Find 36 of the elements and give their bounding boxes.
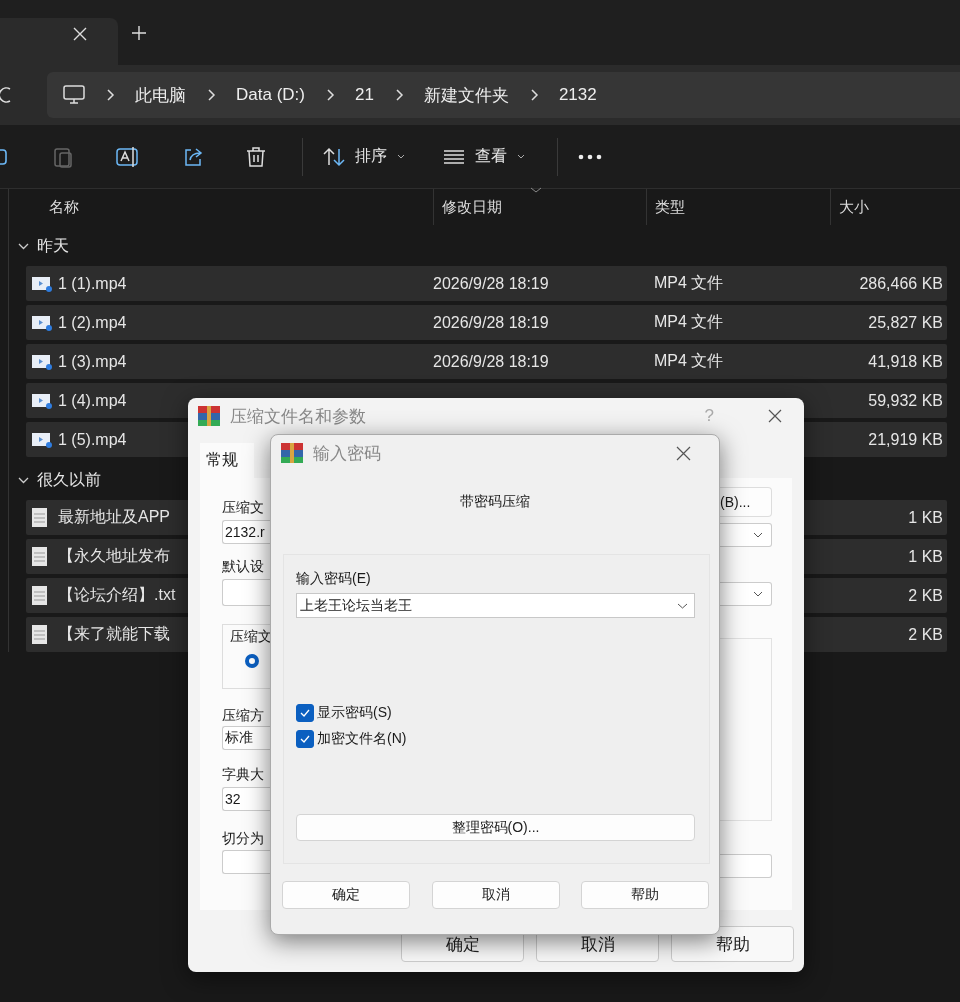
- file-size: 21,919 KB: [868, 430, 943, 449]
- file-name: 1 (1).mp4: [58, 274, 127, 293]
- modified-date: 2026/9/28 18:19: [433, 274, 549, 293]
- field-label: 压缩方: [222, 707, 264, 723]
- file-size: 59,932 KB: [868, 391, 943, 410]
- file-size: 1 KB: [908, 508, 943, 527]
- file-type: MP4 文件: [654, 273, 724, 293]
- group-label: 很久以前: [37, 470, 101, 490]
- group-label: 压缩文: [230, 628, 272, 646]
- file-name: 1 (5).mp4: [58, 430, 127, 449]
- modified-date: 2026/9/28 18:19: [433, 352, 549, 371]
- field-label: 切分为: [222, 830, 264, 846]
- file-name: 最新地址及APP: [58, 507, 170, 527]
- file-type: MP4 文件: [654, 351, 724, 371]
- field-label: 输入密码(E): [296, 570, 372, 588]
- field-label: 字典大: [222, 766, 264, 782]
- file-name: 1 (2).mp4: [58, 313, 127, 332]
- field-label: 默认设: [222, 558, 264, 574]
- file-name: 【论坛介绍】.txt: [58, 585, 176, 605]
- window-title: 压缩文件名和参数: [230, 405, 367, 428]
- file-size: 286,466 KB: [859, 274, 943, 293]
- file-size: 25,827 KB: [868, 313, 943, 332]
- file-size: 2 KB: [908, 586, 943, 605]
- file-size: 41,918 KB: [868, 352, 943, 371]
- file-size: 1 KB: [908, 547, 943, 566]
- file-name: 1 (4).mp4: [58, 391, 127, 410]
- window-title: 输入密码: [313, 442, 382, 465]
- file-name: 1 (3).mp4: [58, 352, 127, 371]
- dialog-heading: 带密码压缩: [459, 493, 531, 511]
- modified-date: 2026/9/28 18:19: [433, 313, 549, 332]
- field-label: 压缩文: [222, 499, 264, 515]
- file-type: MP4 文件: [654, 312, 724, 332]
- file-name: 【来了就能下载: [58, 624, 170, 644]
- file-name: 【永久地址发布: [58, 546, 170, 566]
- file-size: 2 KB: [908, 625, 943, 644]
- group-label: 昨天: [37, 236, 69, 256]
